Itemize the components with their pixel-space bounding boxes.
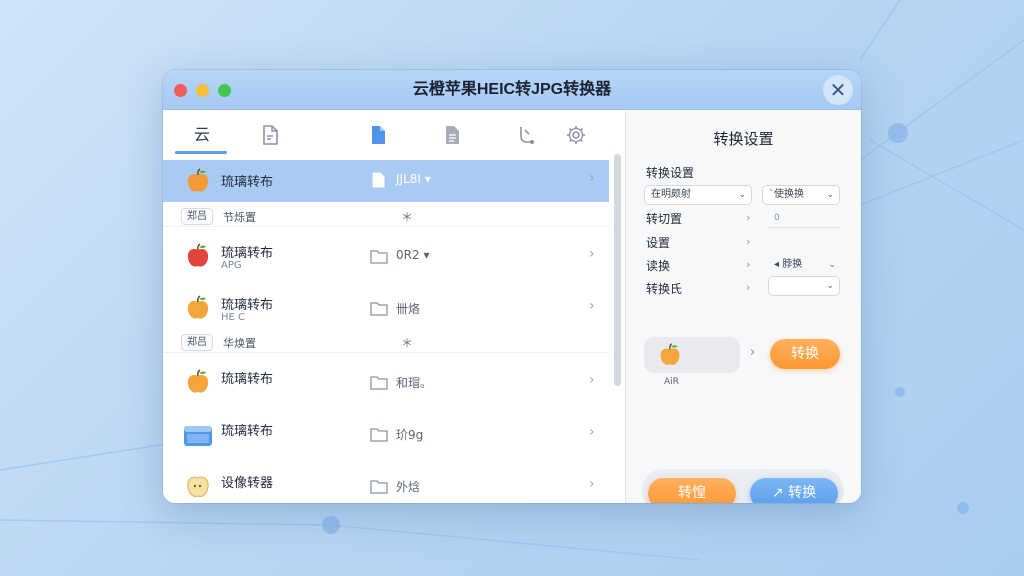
settings-panel: 转换设置 转换设置 在明颇射 ⌄ `使换换 ⌄ 转切置 › 0 设置 › 读换 … [626,110,861,503]
option-field-value: ◂ 脖换 [774,259,803,270]
chevron-down-icon: ⌄ [828,260,836,270]
file-icon [372,172,385,188]
folder-icon [370,376,388,390]
group-header: 郑吕 节烁置 ＊ [163,205,609,227]
chevron-right-icon[interactable]: › [746,258,750,271]
tab-cloud[interactable]: 云 [189,122,215,148]
file-row[interactable]: 琉璃转布 JJL8I ▾ › [163,160,609,202]
apple-icon [660,343,680,365]
file-format-value: 0R2 [396,248,420,262]
folder-icon [370,302,388,316]
calendar-image-icon [184,426,212,446]
apple-half-icon [187,476,209,498]
chevron-right-icon[interactable]: › [589,476,595,492]
file-format[interactable]: 和瑁。 [396,374,432,391]
chevron-down-icon: ▾ [423,248,430,262]
gear-icon[interactable] [563,122,589,148]
file-format-value: JJL8I [396,172,421,186]
convert-button[interactable]: 转换 [770,339,840,369]
chevron-right-icon[interactable]: › [746,211,750,224]
active-tab-indicator [175,151,227,154]
option-field[interactable]: 0 [768,208,840,228]
chevron-right-icon[interactable]: › [589,372,595,388]
file-row[interactable]: 琉璃转布 HE C 卌烙 › [163,283,609,335]
file-subtitle: HE C [221,312,245,323]
chevron-down-icon: ⌄ [826,281,834,291]
file-name: 琉璃转布 [221,246,274,261]
format-select-right-value: `使换换 [769,189,804,200]
file-format[interactable]: JJL8I ▾ [396,172,431,186]
preview-caption: AiR [664,377,679,387]
file-subtitle: APG [221,260,242,271]
close-button[interactable]: ✕ [823,75,853,105]
group-star: ＊ [401,336,414,350]
flow-icon[interactable] [513,122,539,148]
scrollbar[interactable] [614,154,621,386]
folder-icon [370,250,388,264]
option-label: 读换 [646,259,671,273]
file-name: 琉璃转布 [221,175,274,190]
doc-icon[interactable] [257,122,283,148]
section-label: 转换设置 [646,166,695,180]
file-list-pane: 云 琉璃转布 JJL8I ▾ › 郑吕 节烁置 ＊ 琉璃转布 APG 0R2 ▾… [163,110,621,503]
file-row[interactable]: 琉璃转布 APG 0R2 ▾ › [163,231,609,283]
file-format[interactable]: 0R2 ▾ [396,248,429,262]
option-label: 转换氏 [646,282,683,296]
apple-icon [187,369,209,393]
format-select-left-value: 在明颇射 [651,189,691,200]
file-row[interactable]: 琉璃转布 和瑁。 › [163,357,609,409]
file-name: 琉璃转布 [221,424,274,439]
chevron-down-icon: ⌄ [826,190,834,200]
chevron-right-icon[interactable]: › [589,424,595,440]
chevron-right-icon[interactable]: › [746,235,750,248]
chevron-right-icon: › [750,345,756,360]
apple-icon [187,295,209,319]
chevron-right-icon[interactable]: › [589,246,595,262]
option-label: 设置 [646,236,671,250]
secondary-action-button[interactable]: 转惶 [648,478,736,503]
file-row[interactable]: 琉璃转布 玠9g › [163,409,609,461]
file-format[interactable]: 外焓 [396,478,420,495]
group-label: 华焕置 [223,337,256,350]
group-label: 节烁置 [223,211,256,224]
window-title: 云橙苹果HEIC转JPG转换器 [412,81,612,98]
chevron-down-icon: ▾ [424,172,431,186]
file-format[interactable]: 玠9g [396,426,423,443]
panel-title: 转换设置 [713,130,774,148]
option-select[interactable]: ⌄ [768,276,840,296]
file-name: 琉璃转布 [221,372,274,387]
group-badge: 郑吕 [181,334,213,351]
file-toolbar: 云 [163,110,613,160]
group-badge: 郑吕 [181,208,213,225]
title-bar: 云橙苹果HEIC转JPG转换器 ✕ [163,70,861,110]
option-field[interactable]: ◂ 脖换 ⌄ [768,255,840,275]
chevron-down-icon: ⌄ [738,190,746,200]
file-format[interactable]: 卌烙 [396,300,420,317]
apple-icon [187,243,209,267]
start-convert-button[interactable]: ↗ 转换 [750,478,838,503]
file-row[interactable]: 设像转器 外焓 › [163,461,609,503]
preview-thumbnail [644,337,740,373]
format-select-right[interactable]: `使换换 ⌄ [762,185,840,205]
tab-cloud-label: 云 [193,125,210,144]
app-window: 云橙苹果HEIC转JPG转换器 ✕ 云 琉璃转布 JJL8I ▾ › 郑吕 节烁… [163,70,861,503]
file-gray-icon[interactable] [439,122,465,148]
group-star: ＊ [401,210,414,224]
option-label: 转切置 [646,212,683,226]
file-blue-icon[interactable] [365,122,391,148]
chevron-right-icon[interactable]: › [746,281,750,294]
chevron-right-icon[interactable]: › [589,298,595,314]
file-name: 设像转器 [221,476,274,491]
apple-icon [187,168,209,192]
folder-icon [370,480,388,494]
file-name: 琉璃转布 [221,298,274,313]
format-select-left[interactable]: 在明颇射 ⌄ [644,185,752,205]
group-header: 郑吕 华焕置 ＊ [163,331,609,353]
chevron-right-icon[interactable]: › [589,170,595,186]
folder-icon [370,428,388,442]
